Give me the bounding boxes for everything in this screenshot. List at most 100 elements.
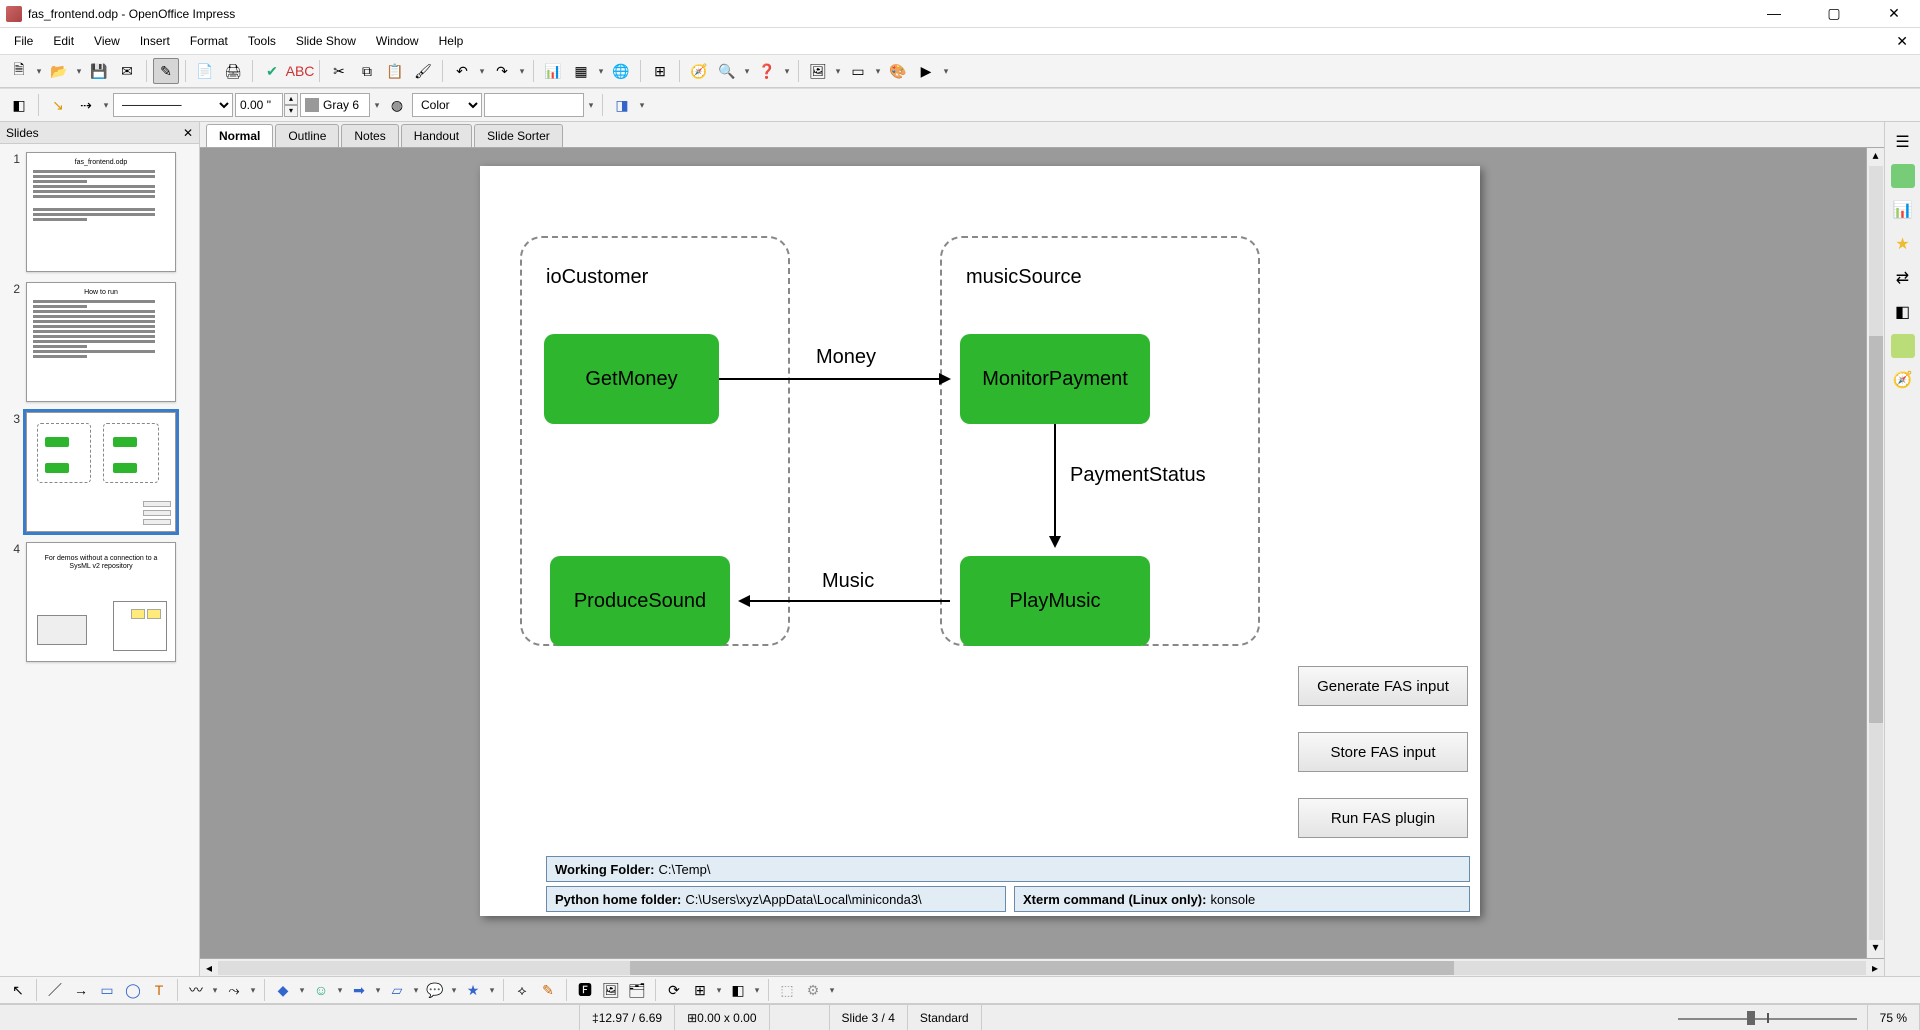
slide-layout-icon[interactable]: ▭ <box>845 58 871 84</box>
scroll-right-icon[interactable]: ▸ <box>1866 961 1884 975</box>
canvas[interactable]: ioCustomer musicSource GetMoney MonitorP… <box>200 148 1884 958</box>
slide-design-icon[interactable]: 🎨 <box>885 58 911 84</box>
cut-icon[interactable]: ✂ <box>326 58 352 84</box>
tab-slidesorter[interactable]: Slide Sorter <box>474 124 563 147</box>
shadow-icon[interactable]: ◨ <box>609 92 635 118</box>
export-pdf-icon[interactable]: 📄 <box>192 58 218 84</box>
line-arrow-icon[interactable]: → <box>69 978 93 1002</box>
extrusion-icon[interactable]: ⬚ <box>775 978 799 1002</box>
generate-fas-button[interactable]: Generate FAS input <box>1298 666 1468 706</box>
slide-icon[interactable]: 🖼 <box>805 58 831 84</box>
tab-outline[interactable]: Outline <box>275 124 339 147</box>
menu-file[interactable]: File <box>4 31 43 51</box>
glue-icon[interactable]: ✎ <box>536 978 560 1002</box>
box-playmusic[interactable]: PlayMusic <box>960 556 1150 646</box>
arrange-icon[interactable]: ◧ <box>6 92 32 118</box>
maximize-button[interactable]: ▢ <box>1814 5 1854 22</box>
from-file-icon[interactable]: 🖼 <box>599 978 623 1002</box>
area-style-select[interactable]: Color <box>412 93 482 117</box>
menu-slideshow[interactable]: Slide Show <box>286 31 366 51</box>
stars-icon[interactable]: ★ <box>461 978 485 1002</box>
spinner-down[interactable]: ▾ <box>284 105 298 117</box>
text-icon[interactable]: T <box>147 978 171 1002</box>
block-arrows-icon[interactable]: ➡ <box>347 978 371 1002</box>
xterm-field[interactable]: Xterm command (Linux only): konsole <box>1014 886 1470 912</box>
table-dropdown[interactable]: ▾ <box>596 66 606 77</box>
line-end-icon[interactable]: ↘ <box>45 92 71 118</box>
tab-notes[interactable]: Notes <box>341 124 398 147</box>
callouts-icon[interactable]: 💬 <box>423 978 447 1002</box>
menu-view[interactable]: View <box>84 31 130 51</box>
callouts-dropdown[interactable]: ▾ <box>449 985 459 996</box>
minimize-button[interactable]: — <box>1754 5 1794 22</box>
slide-thumb-2[interactable]: How to run <box>26 282 176 402</box>
menu-help[interactable]: Help <box>429 31 474 51</box>
status-zoom[interactable]: 75 % <box>1868 1005 1920 1030</box>
box-getmoney[interactable]: GetMoney <box>544 334 719 424</box>
spellcheck-icon[interactable]: ✔ <box>259 58 285 84</box>
arrange-btn-icon[interactable]: ◧ <box>726 978 750 1002</box>
tab-handout[interactable]: Handout <box>401 124 472 147</box>
arrow-money[interactable] <box>719 378 949 380</box>
arrange-dropdown[interactable]: ▾ <box>752 985 762 996</box>
menu-insert[interactable]: Insert <box>130 31 180 51</box>
format-paintbrush-icon[interactable]: 🖌 <box>410 58 436 84</box>
line-color-dropdown[interactable]: ▾ <box>372 100 382 111</box>
fontwork-icon[interactable]: 🅵 <box>573 978 597 1002</box>
chart-icon[interactable]: 📊 <box>540 58 566 84</box>
line-style-select[interactable]: ─────── <box>113 93 233 117</box>
curve-dropdown[interactable]: ▾ <box>210 985 220 996</box>
select-icon[interactable]: ↖ <box>6 978 30 1002</box>
slide-transition-icon[interactable]: ⇄ <box>1891 266 1915 290</box>
new-icon[interactable]: 🗎 <box>6 58 32 84</box>
scroll-thumb[interactable] <box>1869 336 1883 723</box>
stars-dropdown[interactable]: ▾ <box>487 985 497 996</box>
undo-icon[interactable]: ↶ <box>449 58 475 84</box>
basic-shapes-dropdown[interactable]: ▾ <box>297 985 307 996</box>
rotate-icon[interactable]: ⟳ <box>662 978 686 1002</box>
properties-icon[interactable]: ☰ <box>1891 130 1915 154</box>
presentation-overflow[interactable]: ▾ <box>941 66 951 77</box>
area-icon[interactable]: ◍ <box>384 92 410 118</box>
connector-dropdown[interactable]: ▾ <box>248 985 258 996</box>
close-document-button[interactable]: ✕ <box>1888 33 1916 50</box>
arrow-music[interactable] <box>740 600 950 602</box>
zoom-slider[interactable] <box>1668 1005 1868 1030</box>
autospell-icon[interactable]: ABC <box>287 58 313 84</box>
arrow-style-dropdown[interactable]: ▾ <box>101 100 111 111</box>
run-fas-button[interactable]: Run FAS plugin <box>1298 798 1468 838</box>
paste-icon[interactable]: 📋 <box>382 58 408 84</box>
line-color-select[interactable]: Gray 6 <box>300 93 370 117</box>
slide-thumb-3[interactable] <box>26 412 176 532</box>
line-icon[interactable]: ／ <box>43 978 67 1002</box>
block-arrows-dropdown[interactable]: ▾ <box>373 985 383 996</box>
redo-icon[interactable]: ↷ <box>489 58 515 84</box>
align-icon[interactable]: ⊞ <box>688 978 712 1002</box>
print-icon[interactable]: 🖨 <box>220 58 246 84</box>
area-color-dropdown[interactable]: ▾ <box>586 100 596 111</box>
arrow-paymentstatus[interactable] <box>1054 424 1056 546</box>
zoom-icon[interactable]: 🔍 <box>714 58 740 84</box>
ellipse-icon[interactable]: ◯ <box>121 978 145 1002</box>
layouts-icon[interactable] <box>1891 334 1915 358</box>
slide-thumb-1[interactable]: fas_frontend.odp <box>26 152 176 272</box>
help-icon[interactable]: ❓ <box>754 58 780 84</box>
menu-tools[interactable]: Tools <box>238 31 286 51</box>
slide-thumb-4[interactable]: For demos without a connection to a SysM… <box>26 542 176 662</box>
horizontal-scrollbar[interactable]: ◂ ▸ <box>200 958 1884 976</box>
scroll-thumb[interactable] <box>630 961 1454 975</box>
python-home-field[interactable]: Python home folder: C:\Users\xyz\AppData… <box>546 886 1006 912</box>
scroll-left-icon[interactable]: ◂ <box>200 961 218 975</box>
gallery-icon[interactable] <box>1891 164 1915 188</box>
spinner-up[interactable]: ▴ <box>284 93 298 105</box>
hyperlink-icon[interactable]: 🌐 <box>608 58 634 84</box>
copy-icon[interactable]: ⧉ <box>354 58 380 84</box>
area-color-select[interactable] <box>484 93 584 117</box>
slide-layout-dropdown[interactable]: ▾ <box>873 66 883 77</box>
redo-dropdown[interactable]: ▾ <box>517 66 527 77</box>
open-icon[interactable]: 📂 <box>46 58 72 84</box>
line-width-input[interactable] <box>235 93 283 117</box>
save-icon[interactable]: 💾 <box>86 58 112 84</box>
align-dropdown[interactable]: ▾ <box>714 985 724 996</box>
drawing-overflow[interactable]: ▾ <box>827 985 837 996</box>
